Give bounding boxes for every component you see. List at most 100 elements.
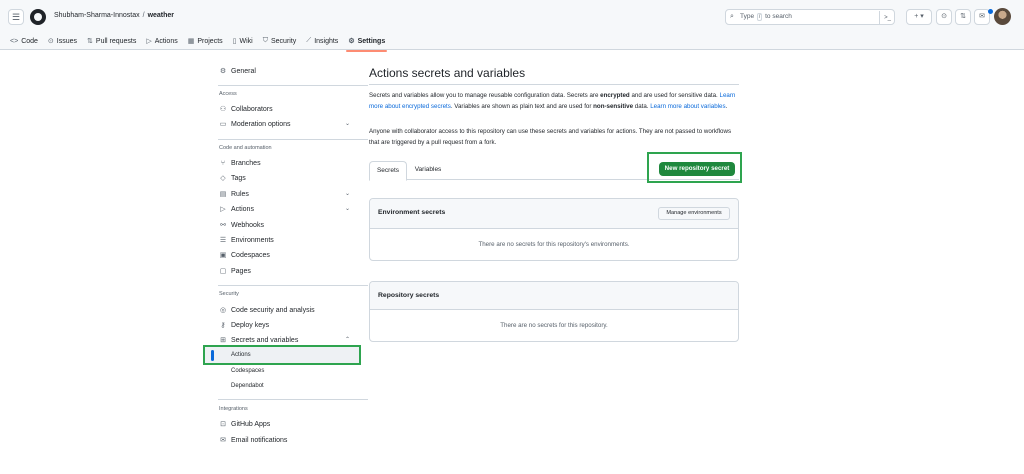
sidebar-item-label: Code security and analysis (231, 306, 315, 314)
breadcrumb-separator: / (142, 12, 145, 19)
play-icon: ▷ (146, 38, 152, 45)
sidebar-item-label: Collaborators (231, 105, 273, 113)
search-suffix: to search (765, 13, 792, 20)
notification-dot (988, 9, 993, 14)
top-bar: ☰ Shubham-Sharma-Innostax / weather ⌕ Type… (0, 0, 1024, 52)
webhook-icon: ⚯ (220, 222, 226, 229)
tab-actions[interactable]: ▷ Actions (146, 34, 177, 48)
sidebar-item-rules[interactable]: ▤ Rules ⌄ (218, 187, 358, 201)
tab-issues[interactable]: ⊙ Issues (48, 34, 77, 48)
sidebar-item-email[interactable]: ✉ Email notifications (218, 433, 287, 447)
variables-link[interactable]: Learn more about variables (650, 103, 725, 110)
tab-pull-requests[interactable]: ⇅ Pull requests (87, 34, 136, 48)
chevron-down-icon: ⌄ (344, 121, 350, 127)
sidebar-item-actions[interactable]: ▷ Actions ⌄ (218, 202, 358, 216)
divider (218, 399, 368, 400)
sidebar-item-environments[interactable]: ☰ Environments (218, 233, 274, 247)
text-bold: non-sensitive (593, 102, 634, 110)
browser-icon: ▢ (219, 268, 227, 275)
tab-label: Wiki (239, 37, 253, 45)
sidebar-item-label: Rules (231, 190, 249, 198)
sidebar-item-tags[interactable]: ◇ Tags (218, 171, 246, 185)
mail-icon: ✉ (220, 437, 226, 444)
people-icon: ⚇ (219, 106, 227, 113)
chevron-down-icon: ⌄ (344, 191, 350, 197)
sidebar-item-label: Email notifications (231, 436, 288, 444)
text: . Variables are shown as plain text and … (450, 102, 594, 110)
pull-request-icon: ⇅ (87, 38, 93, 45)
chevron-down-icon: ⌄ (344, 206, 350, 212)
breadcrumb: Shubham-Sharma-Innostax / weather (54, 12, 174, 19)
sidebar-item-collaborators[interactable]: ⚇ Collaborators (218, 102, 273, 116)
tab-code[interactable]: <> Code (10, 34, 38, 48)
github-logo-icon[interactable] (30, 9, 46, 25)
create-new-button[interactable]: + ▾ (906, 9, 932, 25)
breadcrumb-repo[interactable]: weather (148, 12, 174, 19)
repository-secrets-empty: There are no secrets for this repository… (500, 322, 608, 329)
text: and are used for sensitive data. (629, 92, 720, 99)
sidebar-item-label: Branches (231, 159, 261, 167)
tab-label: Pull requests (95, 37, 137, 45)
text-bold: encrypted (600, 92, 630, 99)
sidebar-heading-security: Security (219, 291, 239, 297)
box-header: Environment secrets Manage environments (370, 199, 738, 229)
search-input[interactable]: ⌕ Type / to search >_ (725, 9, 895, 25)
tab-settings[interactable]: ⚙ Settings (346, 34, 388, 52)
sidebar-item-label: Tags (231, 174, 246, 182)
sidebar-item-label: GitHub Apps (231, 420, 271, 428)
sidebar-item-branches[interactable]: ⑂ Branches (218, 156, 261, 170)
code-icon: <> (10, 37, 19, 45)
pull-requests-icon[interactable]: ⇅ (955, 9, 971, 25)
graph-icon: ⟋ (306, 37, 312, 44)
tab-security[interactable]: ⛉ Security (263, 34, 297, 48)
branch-icon: ⑂ (220, 159, 226, 167)
sidebar-item-label: Webhooks (231, 221, 264, 229)
highlight-box-actions (203, 345, 361, 365)
tab-wiki[interactable]: ▯ Wiki (233, 34, 253, 48)
issue-icon: ⊙ (47, 38, 54, 45)
tab-projects[interactable]: ▦ Projects (188, 34, 223, 48)
plus-square-icon: ⊞ (220, 337, 226, 344)
sidebar-item-code-security[interactable]: ◎ Code security and analysis (218, 303, 315, 317)
text: Secrets and variables allow you to manag… (369, 92, 601, 99)
sidebar-item-deploy-keys[interactable]: ⚷ Deploy keys (218, 318, 269, 332)
issues-icon[interactable]: ⊙ (936, 9, 952, 25)
description-paragraph: Secrets and variables allow you to manag… (369, 91, 739, 112)
tab-insights[interactable]: ⟋ Insights (306, 34, 338, 48)
sidebar-item-general[interactable]: ⚙ General (218, 64, 256, 78)
tab-secrets[interactable]: Secrets (369, 161, 407, 181)
repository-secrets-title: Repository secrets (378, 292, 440, 299)
sidebar-item-github-apps[interactable]: ⊡ GitHub Apps (218, 417, 270, 431)
environment-secrets-empty: There are no secrets for this repository… (478, 241, 630, 248)
search-shortcut-key: / (756, 13, 763, 21)
breadcrumb-owner[interactable]: Shubham-Sharma-Innostax (54, 12, 140, 19)
environment-secrets-box: Environment secrets Manage environments … (369, 198, 739, 261)
chevron-up-icon: ⌃ (344, 337, 350, 343)
play-icon: ▷ (220, 206, 226, 213)
codespaces-icon: ▣ (219, 252, 227, 259)
sidebar-item-moderation[interactable]: ▭ Moderation options ⌄ (218, 117, 358, 131)
manage-environments-button[interactable]: Manage environments (658, 207, 730, 220)
tab-label: Settings (357, 37, 386, 45)
sidebar-heading-access: Access (219, 91, 237, 97)
sidebar-subitem-codespaces[interactable]: Codespaces (231, 365, 264, 377)
repository-secrets-box: Repository secrets There are no secrets … (369, 281, 739, 342)
divider (218, 139, 368, 140)
command-palette-icon[interactable]: >_ (879, 11, 891, 25)
sidebar-item-label: Pages (231, 267, 251, 275)
sidebar-item-webhooks[interactable]: ⚯ Webhooks (218, 218, 264, 232)
sidebar-item-label: Moderation options (231, 120, 291, 128)
search-prefix: Type (740, 13, 755, 20)
sidebar-item-label: Actions (231, 205, 254, 213)
hamburger-menu-icon[interactable]: ☰ (8, 9, 24, 25)
sidebar-item-codespaces[interactable]: ▣ Codespaces (218, 248, 270, 262)
avatar[interactable] (994, 8, 1011, 25)
sidebar-item-pages[interactable]: ▢ Pages (218, 264, 251, 278)
table-icon: ▦ (187, 38, 195, 45)
tab-variables[interactable]: Variables (409, 161, 447, 181)
sidebar-item-label: Secrets and variables (231, 336, 299, 344)
sidebar-subitem-dependabot[interactable]: Dependabot (231, 380, 264, 392)
divider (218, 285, 368, 286)
highlight-box-new-secret (647, 152, 742, 183)
gear-icon: ⚙ (219, 68, 227, 75)
